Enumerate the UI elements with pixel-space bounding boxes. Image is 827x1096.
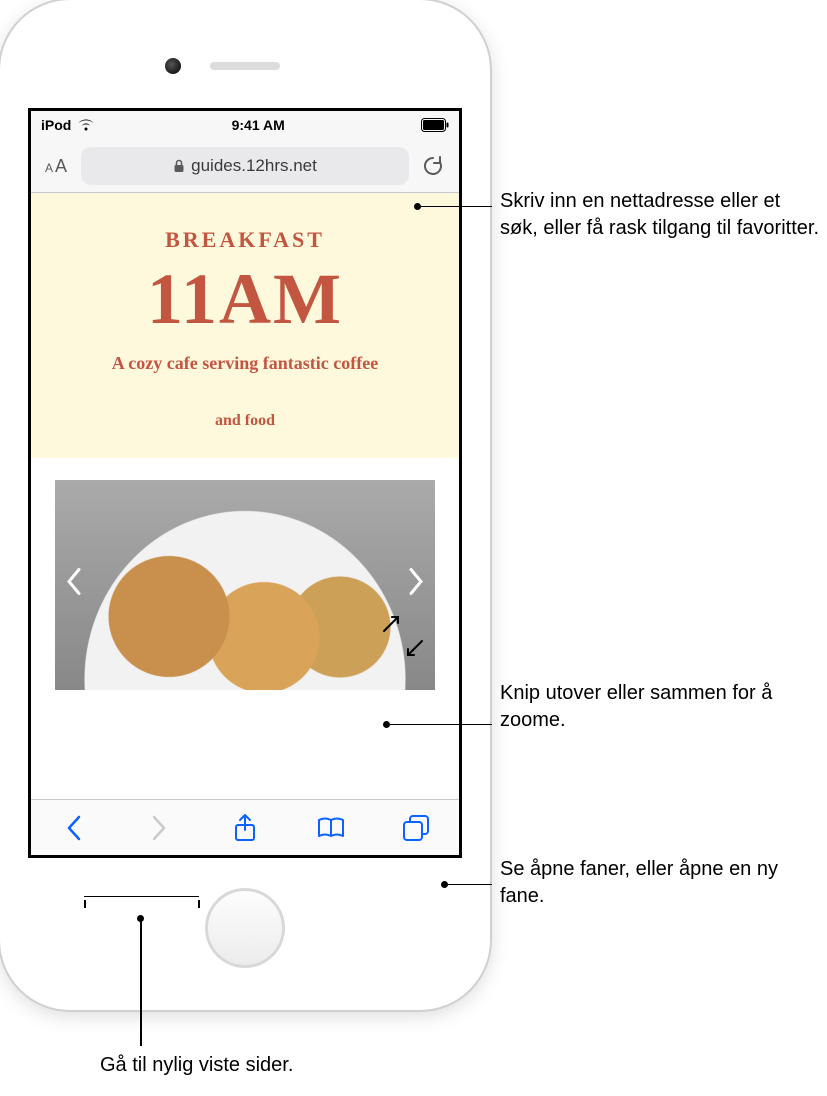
callout-address: Skriv inn en nettadresse eller et søk, e… (500, 188, 820, 242)
bookmarks-button[interactable] (307, 804, 355, 852)
textsize-icon: AA (43, 156, 71, 176)
device-speaker (210, 62, 280, 70)
share-button[interactable] (221, 804, 269, 852)
reader-text-size-button[interactable]: AA (37, 146, 77, 186)
wifi-icon (77, 118, 95, 132)
hero-title: 11AM (41, 263, 449, 335)
pinch-indicator-icon (382, 615, 424, 662)
battery-icon (421, 118, 449, 132)
hero-block: BREAKFAST 11AM A cozy cafe serving fanta… (31, 193, 459, 458)
status-right (421, 118, 449, 132)
reload-icon (422, 155, 444, 177)
hero-subtitle: A cozy cafe serving fantastic coffee (41, 353, 449, 374)
photo-carousel[interactable] (31, 458, 459, 690)
callout-text: Skriv inn en nettadresse eller et søk, e… (500, 190, 819, 239)
hero-tagline: and food (41, 412, 449, 430)
reload-button[interactable] (413, 146, 453, 186)
callout-tabs: Se åpne faner, eller åpne en ny fane. (500, 856, 810, 910)
device-camera (165, 58, 181, 74)
ipod-device: iPod 9:41 AM AA guides.12hrs.net BREAKFA… (0, 0, 490, 1010)
lock-icon (173, 159, 185, 173)
carrier-label: iPod (41, 117, 71, 133)
chevron-right-icon (151, 815, 167, 841)
tabs-button[interactable] (392, 804, 440, 852)
screen: iPod 9:41 AM AA guides.12hrs.net BREAKFA… (28, 108, 462, 858)
address-bar: AA guides.12hrs.net (31, 139, 459, 193)
callout-text: Se åpne faner, eller åpne en ny fane. (500, 858, 778, 907)
chevron-left-icon (66, 815, 82, 841)
webpage-content[interactable]: BREAKFAST 11AM A cozy cafe serving fanta… (31, 193, 459, 799)
url-text: guides.12hrs.net (191, 156, 317, 176)
callout-pinch: Knip utover eller sammen for å zoome. (500, 680, 810, 734)
book-icon (316, 816, 346, 840)
chevron-left-icon[interactable] (65, 568, 83, 603)
status-bar: iPod 9:41 AM (31, 111, 459, 139)
share-icon (233, 813, 257, 843)
status-left: iPod (41, 117, 95, 133)
back-button[interactable] (50, 804, 98, 852)
hero-kicker: BREAKFAST (41, 227, 449, 253)
callout-history: Gå til nylig viste sider. (100, 1052, 293, 1079)
svg-text:A: A (45, 161, 53, 175)
photo-image (55, 480, 435, 690)
forward-button[interactable] (135, 804, 183, 852)
bottom-toolbar (31, 799, 459, 855)
home-button[interactable] (205, 888, 285, 968)
callout-text: Gå til nylig viste sider. (100, 1054, 293, 1076)
callout-text: Knip utover eller sammen for å zoome. (500, 682, 772, 731)
svg-text:A: A (55, 156, 67, 176)
address-field[interactable]: guides.12hrs.net (81, 147, 409, 185)
chevron-right-icon[interactable] (407, 568, 425, 603)
tabs-icon (402, 814, 430, 842)
status-time: 9:41 AM (232, 117, 285, 133)
